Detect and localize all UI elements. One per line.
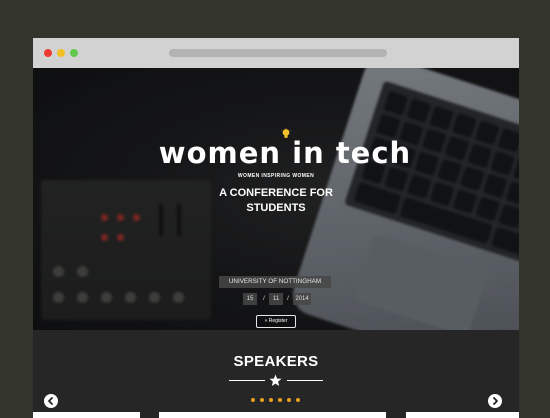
star-icon (269, 374, 282, 386)
carousel-page-dot[interactable] (251, 398, 255, 402)
venue-label: UNIVERSITY OF NOTTINGHAM (219, 276, 331, 288)
lightbulb-icon (281, 128, 291, 138)
hero-banner: women in tech WOMEN INSPIRING WOMEN A CO… (33, 68, 519, 330)
speaker-card[interactable] (159, 412, 386, 418)
close-window-button[interactable] (44, 49, 52, 57)
logo-text: women in tech (158, 136, 412, 170)
carousel-page-dot[interactable] (269, 398, 273, 402)
carousel-pagination (251, 398, 303, 403)
carousel-next-button[interactable] (488, 394, 502, 408)
event-date: 15 / 11 / 2014 (243, 293, 311, 305)
date-separator: / (287, 296, 289, 302)
tagline: WOMEN INSPIRING WOMEN (237, 173, 315, 179)
carousel-page-dot[interactable] (260, 398, 264, 402)
divider-line-left (229, 380, 265, 381)
chevron-left-icon (48, 397, 53, 405)
register-button[interactable]: » Register (256, 315, 296, 328)
maximize-window-button[interactable] (70, 49, 78, 57)
site-logo[interactable]: women in tech (33, 136, 519, 170)
date-separator: / (263, 296, 265, 302)
date-month: 11 (269, 293, 283, 305)
chevron-right-icon (493, 397, 498, 405)
date-day: 15 (243, 293, 257, 305)
hero-headline: A CONFERENCE FOR STUDENTS (33, 186, 519, 216)
hero-headline-line-1: A CONFERENCE FOR (219, 187, 333, 199)
browser-window: women in tech WOMEN INSPIRING WOMEN A CO… (33, 38, 519, 418)
minimize-window-button[interactable] (57, 49, 65, 57)
carousel-page-dot[interactable] (296, 398, 300, 402)
speaker-card[interactable] (33, 412, 140, 418)
address-bar[interactable] (169, 49, 387, 57)
hero-headline-line-2: STUDENTS (246, 202, 306, 214)
browser-titlebar (33, 38, 519, 68)
date-year: 2014 (293, 293, 311, 305)
speakers-section: SPEAKERS (33, 330, 519, 418)
divider-line-right (287, 380, 323, 381)
speaker-card[interactable] (406, 412, 519, 418)
carousel-page-dot[interactable] (278, 398, 282, 402)
section-title: SPEAKERS (233, 353, 319, 370)
carousel-page-dot[interactable] (287, 398, 291, 402)
carousel-prev-button[interactable] (44, 394, 58, 408)
